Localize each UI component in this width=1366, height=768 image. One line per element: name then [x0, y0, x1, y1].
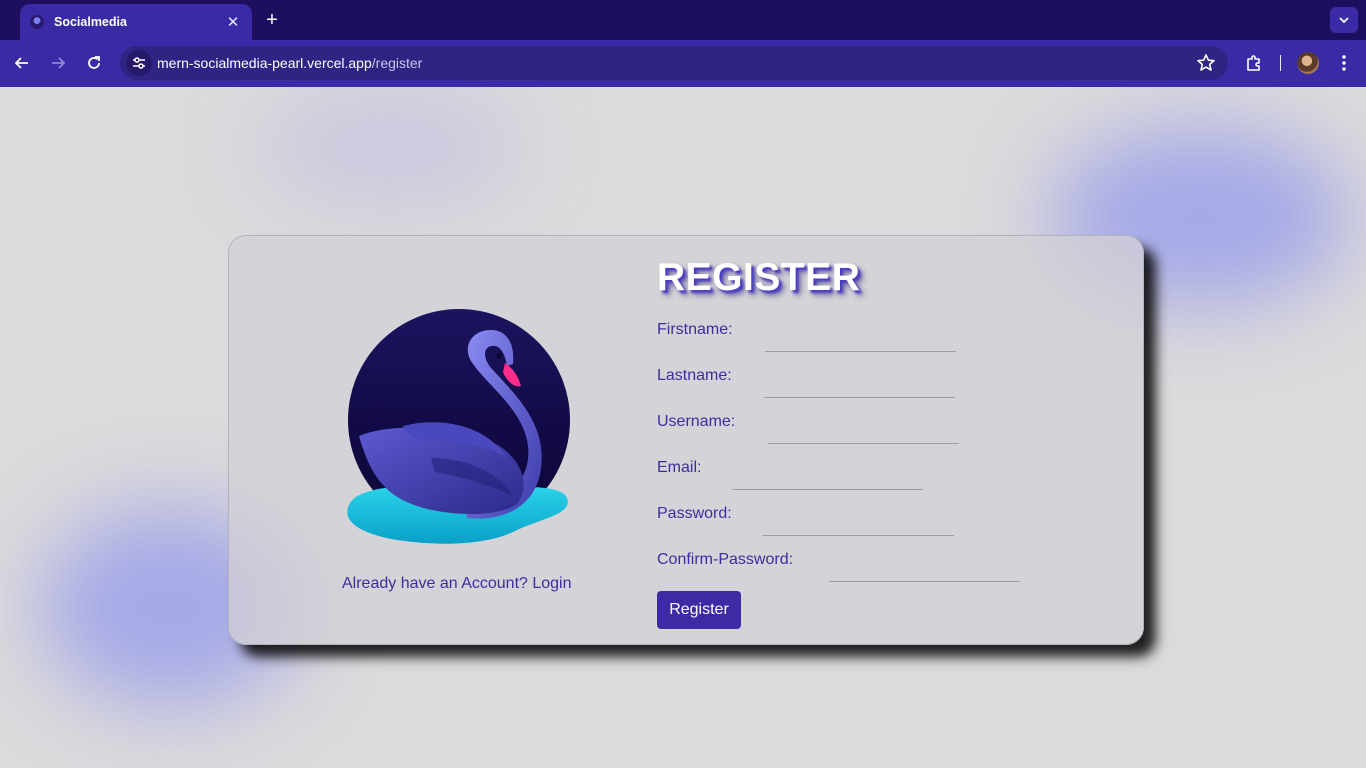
url-path: /register: [371, 55, 423, 71]
toolbar-separator: [1280, 55, 1281, 71]
email-input[interactable]: [732, 489, 923, 490]
browser-tab-bar: Socialmedia ✕ +: [0, 0, 1366, 40]
register-button[interactable]: Register: [657, 591, 741, 629]
forward-arrow-icon: [52, 57, 66, 69]
confirm-password-input[interactable]: [829, 581, 1020, 582]
background-glow: [260, 87, 520, 207]
tab-favicon-icon: [30, 15, 44, 29]
address-bar[interactable]: mern-socialmedia-pearl.vercel.app/regist…: [120, 46, 1228, 80]
extensions-button[interactable]: [1240, 49, 1268, 77]
register-card: Already have an Account? Login REGISTER …: [228, 235, 1144, 645]
lastname-label: Lastname:: [657, 367, 732, 384]
puzzle-icon: [1247, 55, 1260, 71]
back-arrow-icon: [14, 57, 28, 69]
browser-menu-button[interactable]: [1330, 49, 1358, 77]
username-label: Username:: [657, 413, 736, 430]
url-text: mern-socialmedia-pearl.vercel.app/regist…: [157, 55, 422, 71]
site-settings-icon[interactable]: [126, 50, 152, 76]
url-host: mern-socialmedia-pearl.vercel.app: [157, 55, 372, 71]
close-tab-icon[interactable]: ✕: [224, 13, 242, 31]
bookmark-star-icon[interactable]: [1196, 53, 1216, 73]
tab-search-button[interactable]: [1330, 7, 1358, 33]
new-tab-icon[interactable]: +: [261, 9, 283, 31]
firstname-input[interactable]: [765, 351, 956, 352]
lastname-input[interactable]: [764, 397, 955, 398]
reload-button[interactable]: [80, 49, 108, 77]
chevron-down-icon: [1339, 17, 1349, 24]
profile-avatar[interactable]: [1297, 52, 1319, 74]
forward-button[interactable]: [44, 49, 72, 77]
password-label: Password:: [657, 505, 732, 522]
browser-tab[interactable]: Socialmedia ✕: [20, 4, 252, 40]
swan-logo-icon: [347, 309, 570, 544]
page-title: REGISTER: [657, 256, 861, 299]
page-content: Already have an Account? Login REGISTER …: [0, 87, 1366, 768]
back-button[interactable]: [8, 49, 36, 77]
browser-toolbar: mern-socialmedia-pearl.vercel.app/regist…: [0, 40, 1366, 87]
tab-title: Socialmedia: [54, 15, 127, 29]
reload-icon: [88, 56, 100, 69]
email-label: Email:: [657, 459, 702, 476]
confirm-password-label: Confirm-Password:: [657, 551, 794, 568]
login-link[interactable]: Already have an Account? Login: [342, 575, 572, 593]
firstname-label: Firstname:: [657, 321, 733, 338]
more-vertical-icon: [1342, 55, 1346, 71]
password-input[interactable]: [763, 535, 954, 536]
username-input[interactable]: [768, 443, 959, 444]
